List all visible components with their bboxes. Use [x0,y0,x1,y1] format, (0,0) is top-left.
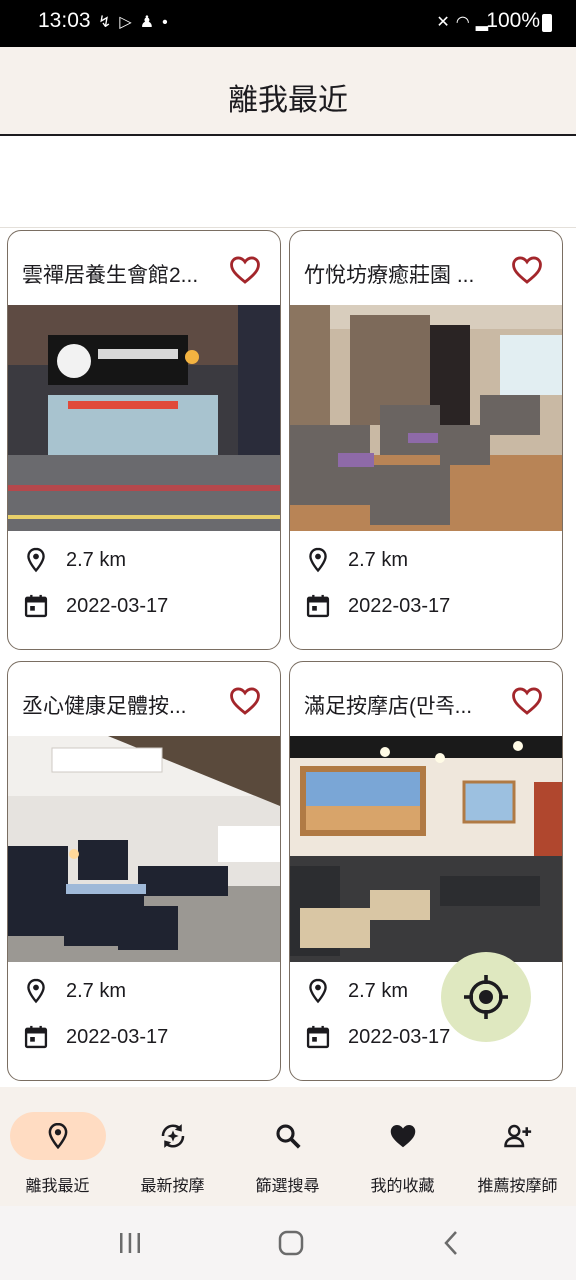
shop-name: 滿足按摩店(만족... [304,695,473,718]
recent-apps-icon[interactable] [115,1228,145,1258]
status-time: 13:03 [38,9,91,32]
app-bar: 離我最近 [0,47,576,136]
locate-crosshair-icon [464,975,508,1019]
search-icon [276,1124,301,1149]
shop-photo[interactable] [290,305,562,531]
mute-icon: ✕ [436,14,456,31]
distance-text: 2.7 km [348,548,409,571]
bottom-navigation: 離我最近 最新按摩 篩選搜尋 我的收藏 推薦按摩師 [0,1087,576,1206]
calendar-icon [306,1025,330,1049]
nav-item-latest[interactable]: 最新按摩 [115,1087,230,1206]
calendar-icon [24,594,48,618]
back-icon[interactable] [437,1228,467,1258]
heart-outline-icon[interactable] [228,253,262,287]
home-icon[interactable] [276,1228,306,1258]
play-store-icon: ▷ [119,14,140,31]
dot-icon: • [162,14,176,31]
nav-item-recommend-therapist[interactable]: 推薦按摩師 [460,1087,575,1206]
heart-outline-icon[interactable] [228,684,262,718]
distance-text: 2.7 km [66,548,127,571]
nav-label: 推薦按摩師 [477,1178,558,1195]
nav-item-favorites[interactable]: 我的收藏 [345,1087,460,1206]
distance-text: 2.7 km [348,979,409,1002]
distance-text: 2.7 km [66,979,127,1002]
shop-card[interactable]: 丞心健康足體按... 2.7 km 2022-03-17 [7,661,281,1081]
shop-photo[interactable] [8,736,280,962]
nav-item-nearby[interactable]: 離我最近 [0,1087,115,1206]
location-pin-icon [48,1122,68,1150]
date-row: 2022-03-17 [22,1022,168,1052]
status-bar: 13:03 ↯▷♟• ✕◠▂ 100% [0,0,576,47]
page-title: 離我最近 [228,84,348,117]
date-row: 2022-03-17 [304,591,450,621]
heart-outline-icon[interactable] [510,684,544,718]
shop-name: 竹悅坊療癒莊園 ... [304,264,475,287]
figure-icon: ♟ [139,14,163,31]
battery-icon [542,14,552,32]
battery-percentage: 100% [486,9,540,32]
nav-label: 離我最近 [25,1178,90,1195]
location-pin-icon [309,978,327,1004]
nav-label: 篩選搜尋 [255,1178,320,1195]
nav-item-filter-search[interactable]: 篩選搜尋 [230,1087,345,1206]
calendar-icon [24,1025,48,1049]
date-text: 2022-03-17 [348,1025,451,1048]
calendar-icon [306,594,330,618]
shop-name: 丞心健康足體按... [22,695,187,718]
nav-label: 最新按摩 [140,1178,205,1195]
shop-photo[interactable] [8,305,280,531]
location-pin-icon [27,978,45,1004]
distance-row: 2.7 km [304,976,408,1006]
system-navigation-bar [0,1206,576,1280]
heart-outline-icon[interactable] [510,253,544,287]
shop-card[interactable]: 雲禪居養生會館2... 2.7 km 2022-03-17 [7,230,281,650]
shop-card[interactable]: 竹悅坊療癒莊園 ... 2.7 km 2022-03-17 [289,230,563,650]
location-pin-icon [309,547,327,573]
date-row: 2022-03-17 [22,591,168,621]
wifi-icon: ◠ [455,14,476,31]
distance-row: 2.7 km [22,545,126,575]
date-text: 2022-03-17 [348,594,451,617]
location-pin-icon [27,547,45,573]
heart-icon [390,1125,416,1148]
shop-photo[interactable] [290,736,562,962]
distance-row: 2.7 km [22,976,126,1006]
refresh-sparkle-icon [161,1124,185,1148]
nav-label: 我的收藏 [370,1178,435,1195]
ad-banner-area [0,136,576,228]
missed-call-icon: ↯ [98,14,120,31]
distance-row: 2.7 km [304,545,408,575]
date-text: 2022-03-17 [66,1025,169,1048]
add-person-icon [504,1124,532,1148]
shop-name: 雲禪居養生會館2... [22,264,199,287]
date-text: 2022-03-17 [66,594,169,617]
locate-me-button[interactable] [441,952,531,1042]
notification-icons: ↯▷♟• [98,12,176,32]
date-row: 2022-03-17 [304,1022,450,1052]
